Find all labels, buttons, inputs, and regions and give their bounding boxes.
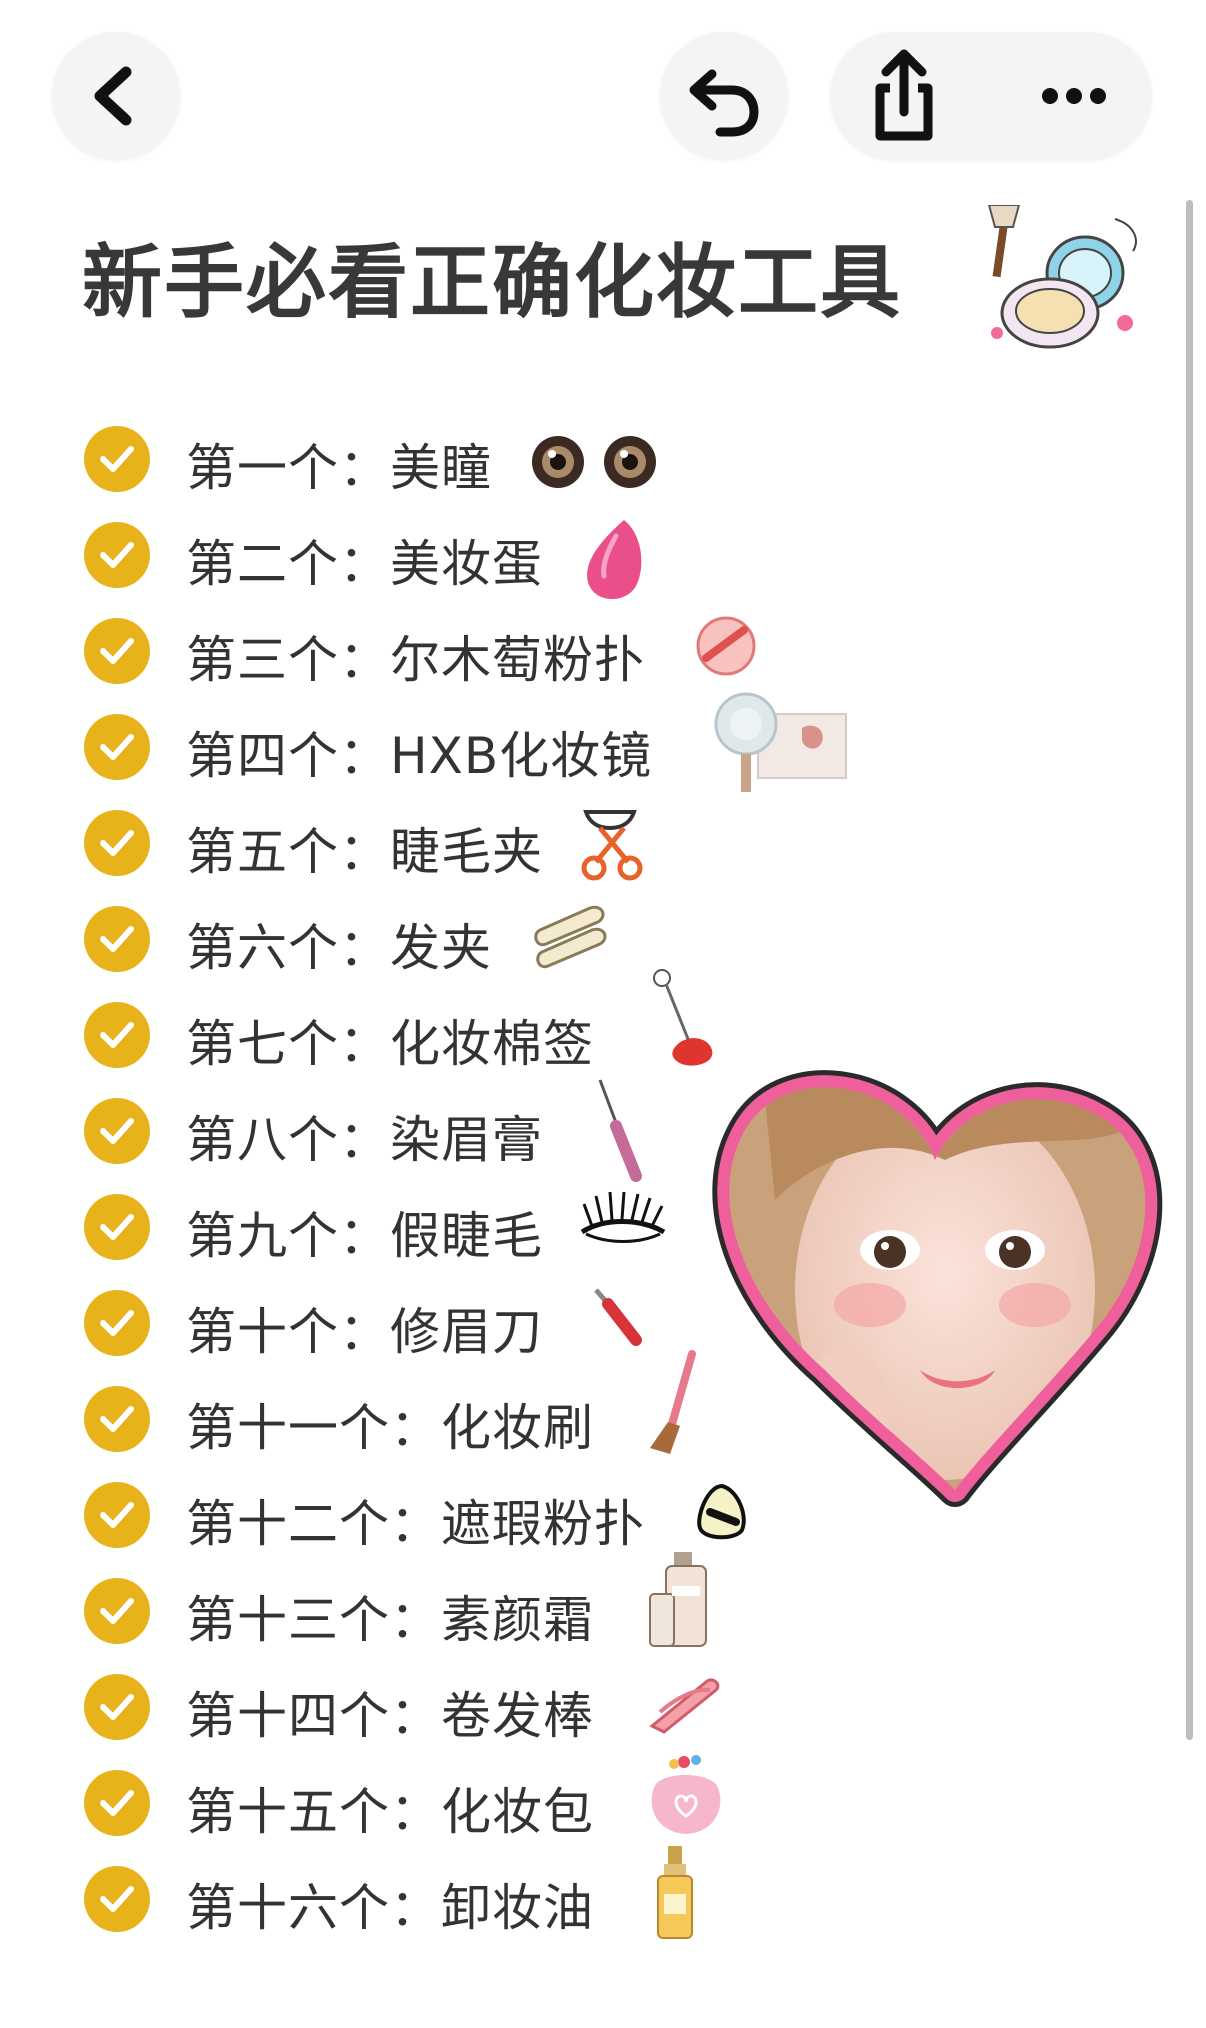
list-item: 第二个：美妆蛋 — [80, 516, 780, 600]
item-label: 第七个：化妆棉签 — [186, 1015, 594, 1073]
item-label: 第九个：假睫毛 — [186, 1207, 543, 1265]
share-icon[interactable] — [840, 32, 968, 160]
item-label: 第八个：染眉膏 — [186, 1111, 543, 1169]
list-item: 第十三个：素颜霜 — [80, 1552, 780, 1652]
check-circle-icon — [84, 1098, 150, 1164]
brow-mascara-icon — [598, 1079, 642, 1182]
check-circle-icon — [84, 618, 150, 684]
item-label: 第十三个：素颜霜 — [186, 1591, 594, 1649]
check-circle-icon — [84, 714, 150, 780]
makeup-brush-icon — [650, 1350, 696, 1454]
list-item: 第八个：染眉膏 — [80, 1079, 780, 1182]
cream-bottle-icon — [649, 1552, 707, 1647]
undo-button[interactable] — [660, 32, 788, 160]
item-label: 第十六个：卸妆油 — [186, 1879, 594, 1937]
compact-brush-sticker — [987, 205, 1137, 349]
brow-razor-icon — [594, 1288, 642, 1346]
cleansing-oil-icon — [657, 1846, 693, 1939]
action-group — [830, 32, 1152, 160]
item-label: 第十四个：卷发棒 — [186, 1687, 594, 1745]
powder-puff-icon — [696, 616, 756, 676]
list-item: 第十二个：遮瑕粉扑 — [80, 1476, 780, 1556]
heart-photo-frame — [712, 1070, 1163, 1507]
item-label: 第十个：修眉刀 — [186, 1303, 543, 1361]
false-lashes-icon — [580, 1191, 666, 1243]
check-circle-icon — [84, 1866, 150, 1932]
check-circle-icon — [84, 1482, 150, 1548]
check-circle-icon — [84, 1194, 150, 1260]
check-circle-icon — [84, 810, 150, 876]
list-item: 第七个：化妆棉签 — [80, 969, 780, 1076]
check-circle-icon — [84, 1290, 150, 1356]
item-label: 第二个：美妆蛋 — [186, 535, 543, 593]
check-circle-icon — [84, 1002, 150, 1068]
undo-icon — [689, 69, 759, 137]
list-item: 第十六个：卸妆油 — [80, 1846, 780, 1940]
eyelash-curler-icon — [581, 810, 643, 881]
page-title: 新手必看正确化妆工具 — [82, 236, 902, 329]
list-item: 第十五个：化妆包 — [80, 1755, 780, 1844]
item-label: 第十二个：遮瑕粉扑 — [186, 1495, 645, 1553]
item-label: 第五个：睫毛夹 — [186, 823, 543, 881]
contact-lens-icon — [532, 436, 656, 488]
list-item: 第十四个：卷发棒 — [80, 1668, 780, 1748]
item-label: 第四个：HXB化妆镜 — [186, 727, 653, 785]
list-item: 第九个：假睫毛 — [80, 1188, 780, 1268]
scrollbar[interactable] — [1186, 200, 1193, 1740]
item-label: 第三个：尔木萄粉扑 — [186, 631, 645, 689]
back-button[interactable] — [52, 32, 180, 160]
beauty-sponge-icon — [587, 520, 642, 600]
list-item: 第三个：尔木萄粉扑 — [80, 612, 780, 692]
check-circle-icon — [84, 1578, 150, 1644]
check-circle-icon — [84, 1386, 150, 1452]
top-bar — [0, 0, 1206, 180]
curling-iron-icon — [649, 1678, 720, 1734]
makeup-bag-icon — [651, 1755, 721, 1834]
item-label: 第一个：美瞳 — [186, 439, 492, 497]
item-label: 第十一个：化妆刷 — [186, 1399, 594, 1457]
check-circle-icon — [84, 906, 150, 972]
more-icon[interactable] — [1010, 32, 1138, 160]
check-circle-icon — [84, 1674, 150, 1740]
hair-clip-icon — [534, 905, 607, 969]
list-item: 第四个：HXB化妆镜 — [80, 692, 847, 792]
check-circle-icon — [84, 522, 150, 588]
list-item: 第五个：睫毛夹 — [80, 804, 780, 884]
list-item: 第十一个：化妆刷 — [80, 1350, 780, 1460]
item-label: 第十五个：化妆包 — [186, 1783, 594, 1841]
check-circle-icon — [84, 1770, 150, 1836]
chevron-left-icon — [94, 66, 132, 126]
makeup-mirror-icon — [714, 692, 847, 792]
item-label: 第六个：发夹 — [186, 919, 492, 977]
check-circle-icon — [84, 426, 150, 492]
list-item: 第一个：美瞳 — [80, 420, 780, 500]
